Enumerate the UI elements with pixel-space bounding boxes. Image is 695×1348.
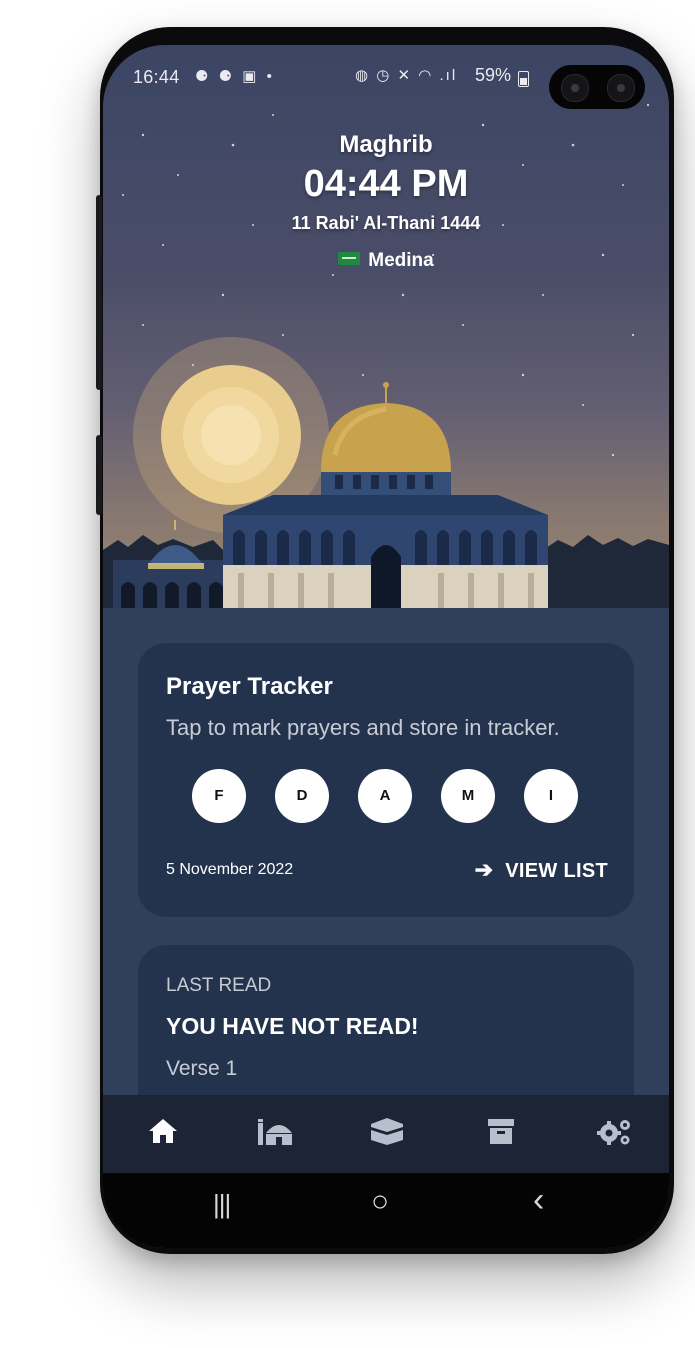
dome-of-the-rock-illustration xyxy=(103,337,669,615)
system-status-icons: ◍ ◷ ✕ ◠ .ıl xyxy=(355,67,458,84)
last-read-verse: Verse 1 xyxy=(166,1057,238,1080)
prayer-tracker-subtitle: Tap to mark prayers and store in tracker… xyxy=(166,715,560,740)
view-list-button[interactable]: ➔ VIEW LIST xyxy=(475,857,608,883)
bottom-navigation xyxy=(103,1095,669,1173)
location-selector[interactable]: Medina xyxy=(103,250,669,272)
back-button[interactable]: ‹ xyxy=(533,1181,544,1220)
system-navigation-bar: ||| ○ ‹ xyxy=(103,1173,669,1248)
prayer-tracker-title: Prayer Tracker xyxy=(166,673,333,700)
nav-settings[interactable] xyxy=(595,1113,635,1153)
front-camera-cutout xyxy=(549,65,645,109)
nav-kaaba[interactable] xyxy=(369,1113,409,1153)
arrow-right-icon: ➔ xyxy=(474,857,494,882)
phone-side-button-top xyxy=(96,195,102,390)
status-time: 16:44 xyxy=(133,67,180,87)
prayer-toggle-isha[interactable]: I xyxy=(524,769,578,823)
app-screen: 16:44 ⚈ ⚈ ▣ • ◍ ◷ ✕ ◠ .ıl 59% Maghrib 04… xyxy=(103,45,669,1248)
recents-button[interactable]: ||| xyxy=(213,1189,231,1220)
saudi-flag-icon xyxy=(338,252,361,266)
archive-icon xyxy=(488,1119,514,1144)
prayer-tracker-card[interactable]: Prayer Tracker Tap to mark prayers and s… xyxy=(138,643,634,917)
mosque-icon xyxy=(258,1119,292,1145)
nav-home[interactable] xyxy=(145,1113,185,1153)
status-bar: 16:44 ⚈ ⚈ ▣ • ◍ ◷ ✕ ◠ .ıl 59% xyxy=(103,45,669,109)
tracker-date: 5 November 2022 xyxy=(166,861,294,878)
battery-percent: 59% xyxy=(475,65,512,85)
home-icon xyxy=(149,1119,177,1143)
phone-side-button-bottom xyxy=(96,435,102,515)
prayer-toggle-maghrib[interactable]: M xyxy=(441,769,495,823)
settings-gears-icon xyxy=(597,1120,630,1145)
hijri-date: 11 Rabi' Al-Thani 1444 xyxy=(291,213,481,233)
current-prayer-name: Maghrib xyxy=(339,131,433,158)
prayer-toggle-asr[interactable]: A xyxy=(358,769,412,823)
current-prayer-time: 04:44 PM xyxy=(303,163,469,205)
last-read-title: YOU HAVE NOT READ! xyxy=(166,1013,419,1039)
view-list-label: VIEW LIST xyxy=(505,860,608,882)
kaaba-icon xyxy=(371,1118,403,1145)
location-name: Medina xyxy=(368,250,434,271)
prayer-toggles: F D A M I xyxy=(192,769,592,825)
nav-mosque[interactable] xyxy=(255,1113,295,1153)
home-button[interactable]: ○ xyxy=(371,1185,389,1219)
prayer-toggle-dhuhr[interactable]: D xyxy=(275,769,329,823)
nav-archive[interactable] xyxy=(483,1113,523,1153)
battery-icon xyxy=(518,71,529,87)
last-read-label: LAST READ xyxy=(166,975,272,996)
prayer-toggle-fajr[interactable]: F xyxy=(192,769,246,823)
notification-icons: ⚈ ⚈ ▣ • xyxy=(195,68,275,85)
